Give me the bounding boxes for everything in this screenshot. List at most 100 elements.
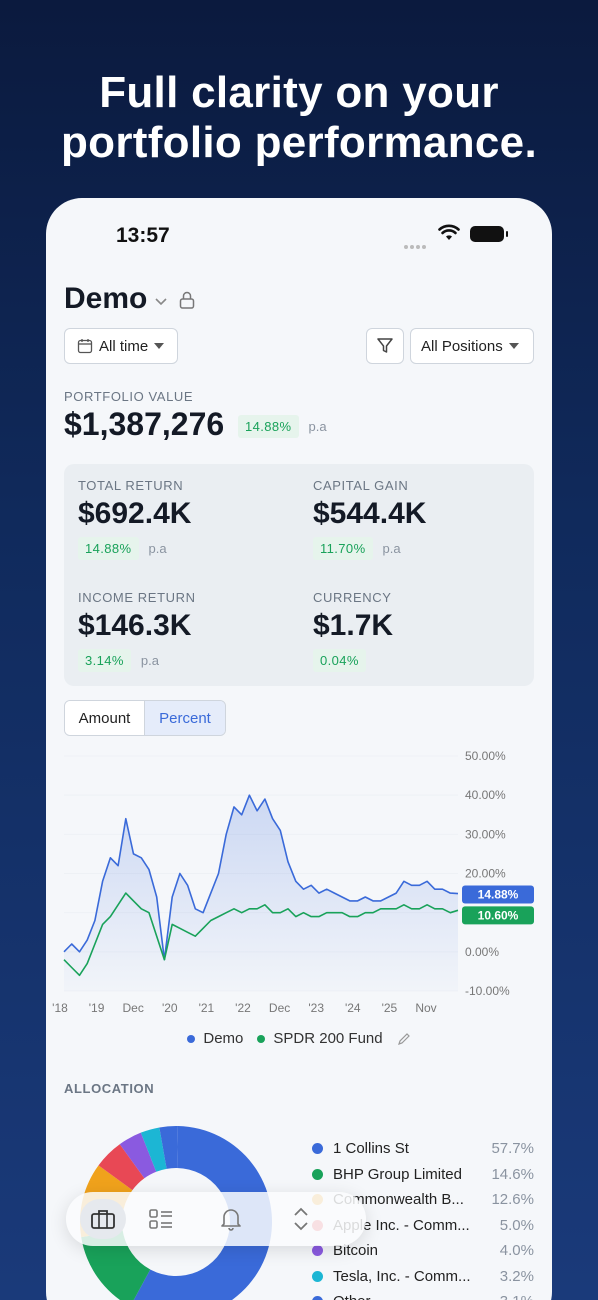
status-bar: 13:57 <box>46 198 552 272</box>
y-tick-label: 20.00% <box>465 867 506 881</box>
portfolio-name[interactable]: Demo <box>64 282 147 316</box>
allocation-pct: 3.2% <box>499 1267 534 1285</box>
pa-label: p.a <box>140 653 159 668</box>
allocation-pct: 14.6% <box>491 1165 534 1183</box>
x-tick-label: '18 <box>52 1001 68 1015</box>
tab-portfolio[interactable] <box>80 1199 126 1239</box>
allocation-row[interactable]: BHP Group Limited 14.6% <box>312 1162 534 1188</box>
legend-label: Demo <box>203 1030 244 1047</box>
tab-sort[interactable] <box>266 1199 336 1239</box>
allocation-row[interactable]: Tesla, Inc. - Comm... 3.2% <box>312 1264 534 1290</box>
metric-income-return: INCOME RETURN $146.3K 3.14% p.a <box>78 590 196 672</box>
headline: Full clarity on your portfolio performan… <box>0 68 598 168</box>
positions-label: All Positions <box>421 337 503 355</box>
legend-dot <box>257 1034 266 1043</box>
allocation-dot <box>312 1296 323 1300</box>
sort-icon <box>294 1207 308 1231</box>
portfolio-header: Demo <box>64 282 195 316</box>
briefcase-icon <box>91 1210 115 1229</box>
time-range-button[interactable]: All time <box>64 328 178 364</box>
allocation-row[interactable]: 1 Collins St 57.7% <box>312 1136 534 1162</box>
performance-chart[interactable]: 50.00%40.00%30.00%20.00%10.00%0.00%-10.0… <box>46 746 552 1026</box>
lock-icon[interactable] <box>179 291 195 309</box>
list-icon <box>149 1209 172 1229</box>
x-tick-label: '21 <box>199 1001 215 1015</box>
filter-button[interactable] <box>366 328 404 364</box>
series-area-demo <box>64 795 458 991</box>
legend-dot <box>187 1034 196 1043</box>
allocation-pct: 12.6% <box>491 1191 534 1209</box>
wifi-icon <box>438 224 460 240</box>
metric-currency: CURRENCY $1.7K 0.04% <box>313 590 393 672</box>
allocation-name: Tesla, Inc. - Comm... <box>333 1267 471 1285</box>
battery-icon <box>470 226 508 242</box>
allocation-name: Other <box>333 1293 494 1300</box>
percent-tab[interactable]: Percent <box>145 701 225 735</box>
return-badge: 14.88% <box>238 415 299 438</box>
time-range-label: All time <box>99 337 149 355</box>
metric-badge: 14.88% <box>78 537 139 560</box>
legend-demo[interactable]: Demo <box>187 1030 243 1047</box>
metric-label: CAPITAL GAIN <box>313 478 409 493</box>
x-tick-label: '22 <box>235 1001 251 1015</box>
metric-value: $692.4K <box>78 497 192 530</box>
metric-label: INCOME RETURN <box>78 590 196 605</box>
legend-spdr[interactable]: SPDR 200 Fund <box>257 1030 383 1047</box>
filter-icon <box>377 338 393 353</box>
status-time: 13:57 <box>116 224 170 247</box>
performance-chart-svg: 50.00%40.00%30.00%20.00%10.00%0.00%-10.0… <box>52 749 534 1015</box>
caret-down-icon <box>508 343 519 349</box>
portfolio-value: $1,387,276 <box>64 406 225 442</box>
legend-label: SPDR 200 Fund <box>273 1030 383 1047</box>
signal-icon <box>404 236 428 249</box>
allocation-dot <box>312 1143 323 1155</box>
amount-tab[interactable]: Amount <box>65 701 145 735</box>
allocation-row[interactable]: Other 3.1% <box>312 1289 534 1300</box>
y-tick-label: 50.00% <box>465 749 506 763</box>
metric-badge: 11.70% <box>313 537 373 560</box>
bell-icon <box>221 1209 241 1231</box>
y-tick-label: 40.00% <box>465 788 506 802</box>
pa-label: p.a <box>148 541 167 556</box>
y-tick-label: -10.00% <box>465 984 510 998</box>
y-tick-label: 0.00% <box>465 945 499 959</box>
end-label-text: 14.88% <box>478 888 519 902</box>
allocation-pct: 57.7% <box>491 1140 534 1158</box>
allocation-pct: 3.1% <box>500 1293 534 1300</box>
amount-percent-toggle: Amount Percent <box>64 700 226 736</box>
y-tick-label: 30.00% <box>465 827 506 841</box>
x-tick-label: '20 <box>162 1001 178 1015</box>
metric-capital-gain: CAPITAL GAIN $544.4K 11.70% p.a <box>313 478 426 560</box>
metric-total-return: TOTAL RETURN $692.4K 14.88% p.a <box>78 478 191 560</box>
pa-label: p.a <box>382 541 401 556</box>
metric-label: CURRENCY <box>313 590 392 605</box>
allocation-name: BHP Group Limited <box>333 1165 462 1183</box>
x-tick-label: Nov <box>415 1001 436 1015</box>
tab-notifications[interactable] <box>196 1199 266 1239</box>
allocation-pct: 5.0% <box>499 1216 534 1234</box>
metric-value: $1.7K <box>313 609 394 642</box>
x-tick-label: '23 <box>308 1001 324 1015</box>
tab-holdings[interactable] <box>126 1199 196 1239</box>
calendar-icon <box>77 339 93 354</box>
x-tick-label: Dec <box>123 1001 144 1015</box>
allocation-name: Bitcoin <box>333 1242 379 1260</box>
pa-label: p.a <box>308 419 327 434</box>
metric-value: $544.4K <box>313 497 427 530</box>
x-tick-label: '24 <box>345 1001 361 1015</box>
x-tick-label: Dec <box>269 1001 290 1015</box>
x-tick-label: '25 <box>382 1001 398 1015</box>
phone-screen: 13:57 Demo All time All Positions PORTFO… <box>46 198 552 1300</box>
allocation-pct: 4.0% <box>499 1242 534 1260</box>
metrics-card: TOTAL RETURN $692.4K 14.88% p.a CAPITAL G… <box>64 464 534 686</box>
allocation-label: ALLOCATION <box>64 1081 155 1096</box>
allocation-dot <box>312 1245 323 1257</box>
positions-dropdown[interactable]: All Positions <box>410 328 534 364</box>
pencil-icon[interactable] <box>397 1032 411 1046</box>
headline-line-2: portfolio performance. <box>61 118 537 167</box>
x-tick-label: '19 <box>89 1001 105 1015</box>
chart-legend: Demo SPDR 200 Fund <box>46 1030 552 1047</box>
metric-badge: 3.14% <box>78 649 131 672</box>
chevron-down-icon[interactable] <box>155 298 167 306</box>
caret-down-icon <box>154 343 165 349</box>
